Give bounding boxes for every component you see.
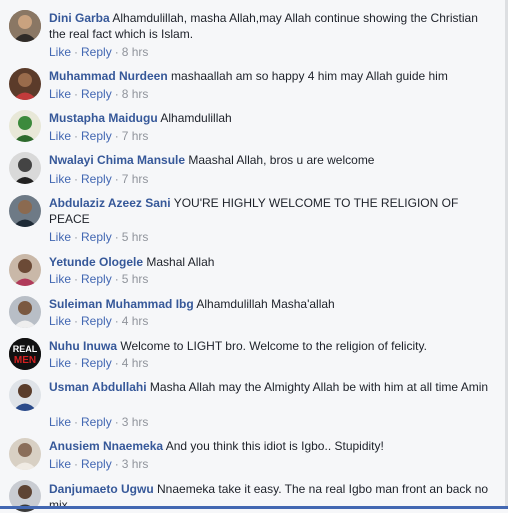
avatar[interactable] — [9, 195, 41, 227]
separator: · — [74, 129, 79, 143]
comment-author[interactable]: Suleiman Muhammad Ibg — [49, 297, 194, 311]
separator: · — [114, 172, 119, 186]
timestamp[interactable]: 4 hrs — [122, 356, 149, 370]
comment-author[interactable]: Usman Abdullahi — [49, 380, 147, 394]
reply-link[interactable]: Reply — [81, 87, 112, 101]
timestamp[interactable]: 5 hrs — [122, 272, 149, 286]
timestamp[interactable]: 7 hrs — [122, 129, 149, 143]
comment-author[interactable]: Yetunde Ologele — [49, 255, 143, 269]
avatar[interactable]: REAL MEN — [9, 338, 41, 370]
timestamp[interactable]: 3 hrs — [122, 457, 149, 471]
avatar[interactable] — [9, 152, 41, 184]
comment-author[interactable]: Anusiem Nnaemeka — [49, 439, 163, 453]
separator: · — [114, 230, 119, 244]
reply-link[interactable]: Reply — [81, 314, 112, 328]
reply-link[interactable]: Reply — [81, 45, 112, 59]
comment-text: Alhamdulillah, masha Allah,may Allah con… — [49, 11, 478, 41]
comment-author[interactable]: Muhammad Nurdeen — [49, 69, 168, 83]
reply-link[interactable]: Reply — [81, 457, 112, 471]
separator: · — [114, 356, 119, 370]
avatar-logo-text: MEN — [14, 355, 36, 366]
reply-link[interactable]: Reply — [81, 415, 112, 429]
reply-link[interactable]: Reply — [81, 356, 112, 370]
like-link[interactable]: Like — [49, 415, 71, 429]
timestamp[interactable]: 7 hrs — [122, 172, 149, 186]
like-link[interactable]: Like — [49, 129, 71, 143]
comment-author[interactable]: Mustapha Maidugu — [49, 111, 158, 125]
comment-text: Alhamdulillah — [160, 111, 232, 125]
comment-text: And you think this idiot is Igbo.. Stupi… — [165, 439, 384, 453]
separator: · — [74, 356, 79, 370]
timestamp[interactable]: 4 hrs — [122, 314, 149, 328]
separator: · — [114, 45, 119, 59]
like-link[interactable]: Like — [49, 230, 71, 244]
like-link[interactable]: Like — [49, 87, 71, 101]
timestamp[interactable]: 8 hrs — [122, 45, 149, 59]
avatar-logo-text: REAL — [13, 344, 38, 354]
comment-text: mashaallah am so happy 4 him may Allah g… — [171, 69, 448, 83]
avatar[interactable] — [9, 10, 41, 42]
comment-author[interactable]: Dini Garba — [49, 11, 110, 25]
timestamp[interactable]: 3 hrs — [122, 415, 149, 429]
avatar[interactable] — [9, 110, 41, 142]
comment-text: Mashal Allah — [146, 255, 215, 269]
like-link[interactable]: Like — [49, 172, 71, 186]
like-link[interactable]: Like — [49, 457, 71, 471]
separator: · — [74, 457, 79, 471]
comment-text: Masha Allah may the Almighty Allah be wi… — [149, 380, 489, 394]
separator: · — [74, 415, 79, 429]
separator: · — [114, 129, 119, 143]
separator: · — [74, 172, 79, 186]
reply-link[interactable]: Reply — [81, 172, 112, 186]
like-link[interactable]: Like — [49, 314, 71, 328]
comment-author[interactable]: Nuhu Inuwa — [49, 339, 117, 353]
separator: · — [74, 272, 79, 286]
timestamp[interactable]: 5 hrs — [122, 230, 149, 244]
separator: · — [114, 314, 119, 328]
separator: · — [74, 230, 79, 244]
separator: · — [74, 314, 79, 328]
comment-author[interactable]: Danjumaeto Ugwu — [49, 482, 154, 496]
comment-text: Maashal Allah, bros u are welcome — [188, 153, 375, 167]
reply-link[interactable]: Reply — [81, 230, 112, 244]
comment-text: Alhamdulillah Masha'allah — [196, 297, 335, 311]
like-link[interactable]: Like — [49, 45, 71, 59]
comment-author[interactable]: Nwalayi Chima Mansule — [49, 153, 185, 167]
separator: · — [114, 415, 119, 429]
avatar[interactable] — [9, 254, 41, 286]
comment-author[interactable]: Abdulaziz Azeez Sani — [49, 196, 171, 210]
like-link[interactable]: Like — [49, 356, 71, 370]
separator: · — [74, 87, 79, 101]
comment-text: Welcome to LIGHT bro. Welcome to the rel… — [120, 339, 427, 353]
avatar[interactable] — [9, 379, 41, 411]
reply-link[interactable]: Reply — [81, 129, 112, 143]
separator: · — [114, 272, 119, 286]
separator: · — [114, 87, 119, 101]
avatar[interactable] — [9, 68, 41, 100]
avatar[interactable] — [9, 296, 41, 328]
timestamp[interactable]: 8 hrs — [122, 87, 149, 101]
like-link[interactable]: Like — [49, 272, 71, 286]
separator: · — [114, 457, 119, 471]
separator: · — [74, 45, 79, 59]
avatar[interactable] — [9, 438, 41, 470]
reply-link[interactable]: Reply — [81, 272, 112, 286]
